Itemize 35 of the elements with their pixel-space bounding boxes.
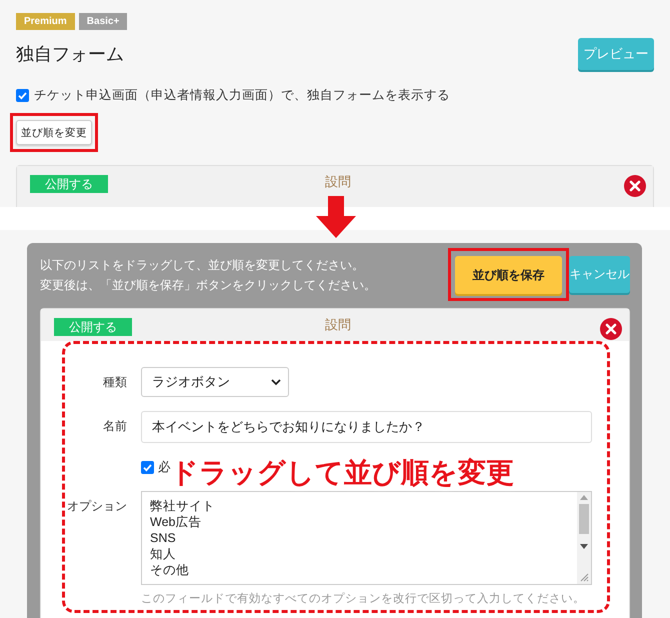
checkbox-label: 必 bbox=[158, 458, 171, 476]
down-arrow bbox=[316, 196, 356, 238]
option-line: Web広告 bbox=[150, 514, 202, 530]
scrollbar[interactable] bbox=[577, 492, 591, 584]
field-label: オプション bbox=[67, 498, 127, 515]
options-textarea[interactable]: 弊社サイト Web広告 SNS 知人 その他 bbox=[141, 491, 592, 585]
name-input[interactable]: 本イベントをどちらでお知りになりましたか？ bbox=[141, 411, 592, 443]
scroll-down-icon[interactable] bbox=[580, 544, 588, 549]
checkbox[interactable] bbox=[141, 460, 154, 474]
option-line: SNS bbox=[150, 530, 176, 546]
plan-badge: Basic+ bbox=[78, 13, 128, 30]
instruction-text: 以下のリストをドラッグして、並び順を変更してください。 bbox=[40, 256, 364, 274]
checkbox-label: チケット申込画面（申込者情報入力画面）で、独自フォームを表示する bbox=[34, 87, 450, 104]
card-heading: 設問 bbox=[325, 175, 351, 189]
chevron-down-icon bbox=[271, 378, 281, 386]
page-title: 独自フォーム bbox=[16, 43, 124, 66]
field-label: 種類 bbox=[103, 374, 127, 391]
scrollbar-thumb[interactable] bbox=[579, 504, 589, 534]
field-label: 名前 bbox=[103, 418, 127, 435]
field-hint: このフィールドで有効なすべてのオプションを改行で区切って入力してください。 bbox=[141, 591, 585, 606]
resize-grip-icon[interactable] bbox=[579, 572, 589, 582]
save-order-button[interactable]: 並び順を保存 bbox=[455, 256, 562, 294]
checkbox[interactable] bbox=[16, 89, 29, 102]
annotation-text: ドラッグして並び順を変更 bbox=[170, 457, 514, 489]
type-select[interactable]: ラジオボタン bbox=[141, 367, 289, 397]
option-line: 知人 bbox=[150, 546, 176, 562]
plan-badge: Premium bbox=[16, 13, 75, 30]
change-order-button[interactable]: 並び順を変更 bbox=[16, 120, 92, 145]
instruction-text: 変更後は、「並び順を保存」ボタンをクリックしてください。 bbox=[40, 276, 376, 294]
close-icon[interactable] bbox=[624, 175, 646, 197]
close-icon[interactable] bbox=[600, 318, 622, 340]
scroll-up-icon[interactable] bbox=[580, 495, 588, 500]
option-line: 弊社サイト bbox=[150, 498, 215, 514]
card-heading: 設問 bbox=[325, 318, 351, 332]
option-line: その他 bbox=[150, 562, 189, 578]
